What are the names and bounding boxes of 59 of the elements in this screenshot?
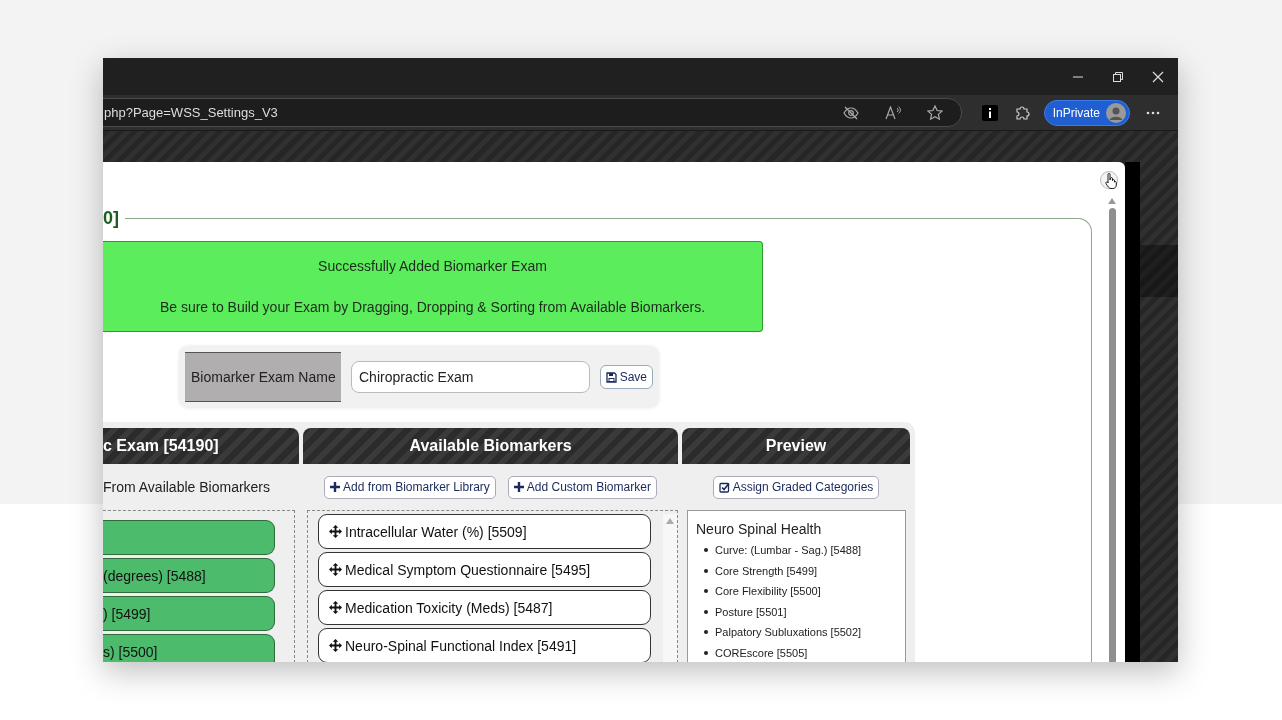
inprivate-button[interactable]: InPrivate: [1043, 99, 1130, 126]
eye-slash-icon[interactable]: [842, 105, 859, 120]
more-icon[interactable]: [1146, 110, 1160, 115]
section-title: 0]: [103, 208, 120, 229]
category-title: Neuro Spinal Health: [696, 521, 823, 537]
column-header: Preview: [682, 428, 910, 464]
field-label: Biomarker Exam Name: [185, 352, 341, 402]
biomarker-name: Palpatory Subluxations [5502]: [715, 626, 862, 639]
column-header: Available Biomarkers: [303, 428, 678, 464]
bullet-icon: [704, 609, 708, 614]
biomarker-item[interactable]: Neuro-Spinal Functional Index [5491]: [318, 628, 651, 662]
read-aloud-icon[interactable]: [884, 105, 901, 120]
bullet-icon: [704, 548, 708, 553]
puzzle-icon[interactable]: [1013, 104, 1030, 121]
scrollbar[interactable]: [1108, 198, 1116, 662]
exam-item[interactable]: [103, 520, 275, 555]
move-icon: [329, 639, 342, 652]
hand-cursor-icon: [1105, 173, 1117, 189]
move-icon: [329, 563, 342, 576]
biomarker-name: Core Flexibility [5500]: [715, 585, 821, 598]
column-header: c Exam [54190]: [103, 428, 299, 464]
close-icon[interactable]: [1152, 70, 1164, 83]
alert-message: Be sure to Build your Exam by Dragging, Dropping & Sorting from Available Biomarkers.: [159, 298, 706, 315]
input-field[interactable]: Chiropractic Exam: [351, 361, 590, 393]
hint-text: From Available Biomarkers: [103, 479, 271, 495]
info-icon[interactable]: [981, 104, 998, 121]
add-button[interactable]: Add from Biomarker Library: [324, 475, 496, 499]
save-button[interactable]: Save: [599, 365, 653, 389]
alert-message: Successfully Added Biomarker Exam: [318, 258, 547, 275]
bullet-icon: [704, 589, 708, 594]
restore-icon[interactable]: [1112, 70, 1124, 83]
exam-item[interactable]: ) [5499]: [103, 596, 275, 631]
bullet-icon: [704, 630, 708, 635]
plus-icon: [330, 482, 341, 492]
floppy-icon: [605, 371, 617, 383]
checkbox-icon: [718, 481, 730, 493]
biomarker-item[interactable]: Intracellular Water (%) [5509]: [318, 514, 651, 549]
scrollbar[interactable]: [663, 514, 677, 662]
background-panel: [1140, 245, 1178, 297]
star-icon[interactable]: [926, 104, 943, 121]
biomarker-name: Curve: (Lumbar - Sag.) [5488]: [715, 544, 862, 557]
assign-button[interactable]: Assign Graded Categories: [712, 475, 880, 499]
plus-icon: [513, 482, 524, 492]
biomarker-name: Posture [5501]: [715, 605, 787, 618]
biomarker-name: COREscore [5505]: [715, 646, 808, 659]
exam-item[interactable]: (degrees) [5488]: [103, 558, 275, 593]
biomarker-item[interactable]: Medication Toxicity (Meds) [5487]: [318, 590, 651, 625]
move-icon: [329, 601, 342, 614]
exam-item[interactable]: s) [5500]: [103, 634, 275, 662]
address-bar[interactable]: php?Page=WSS_Settings_V3: [103, 98, 962, 127]
biomarker-item[interactable]: Medical Symptom Questionnaire [5495]: [318, 552, 651, 587]
bullet-icon: [704, 650, 708, 655]
biomarker-name: Core Strength [5499]: [715, 564, 818, 577]
avatar-icon: [1106, 102, 1126, 123]
scroll-up-icon[interactable]: [1108, 198, 1116, 204]
url-text: php?Page=WSS_Settings_V3: [104, 105, 278, 120]
move-icon: [329, 525, 342, 538]
bullet-icon: [704, 568, 708, 573]
add-button[interactable]: Add Custom Biomarker: [507, 475, 657, 499]
